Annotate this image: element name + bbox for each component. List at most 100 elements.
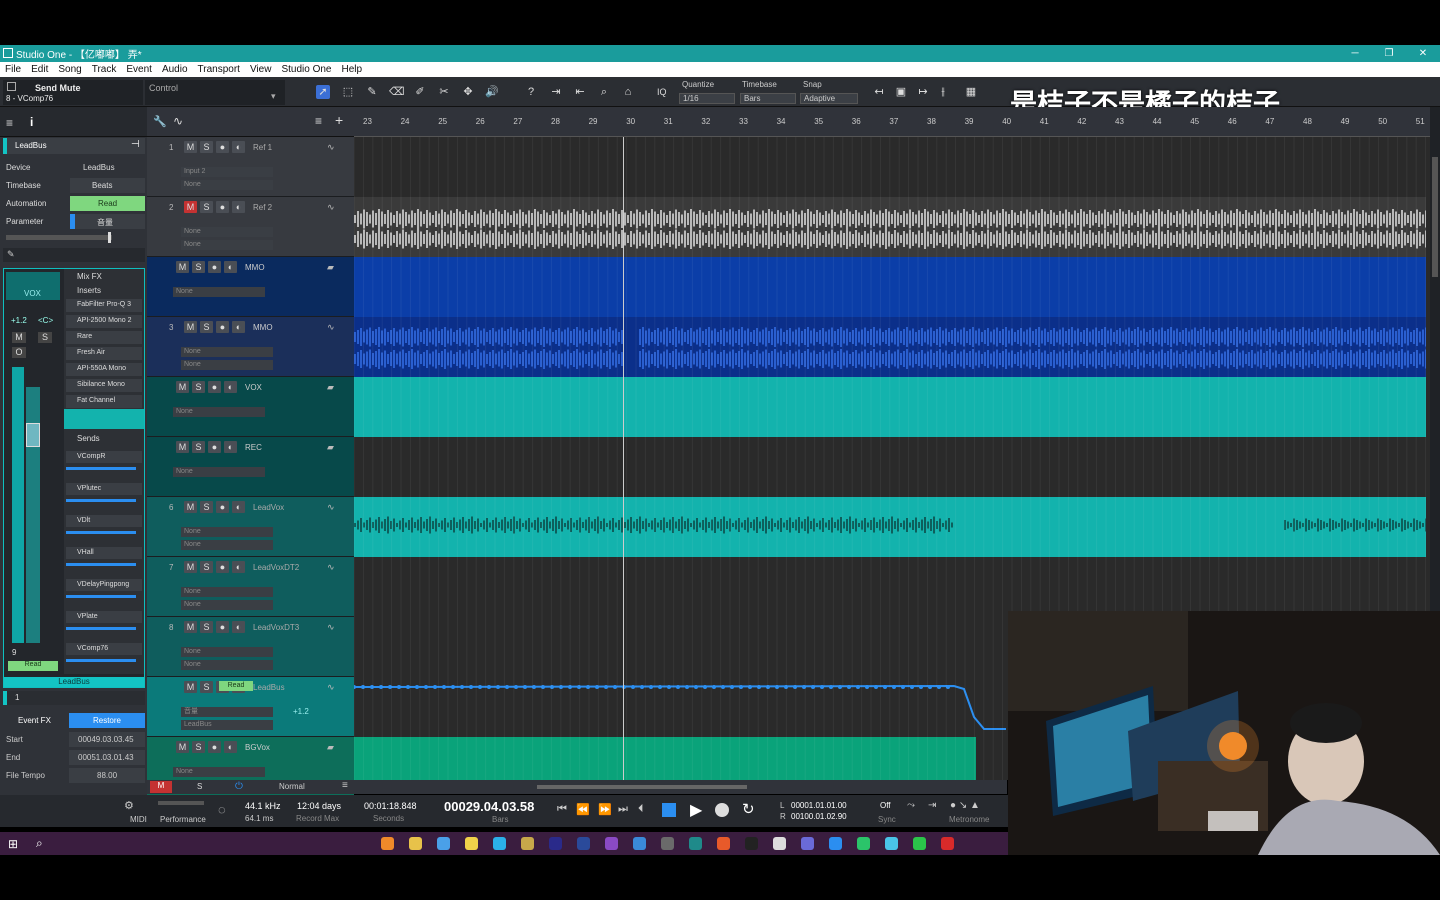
- record-arm-icon[interactable]: ●: [216, 561, 229, 573]
- channel-monitor-button[interactable]: O: [12, 347, 26, 358]
- send-slot[interactable]: VHall: [66, 547, 142, 559]
- slider-handle[interactable]: [108, 232, 111, 243]
- track-input-select[interactable]: None: [173, 767, 265, 777]
- track-output-select[interactable]: None: [181, 540, 273, 550]
- calendar-icon[interactable]: [801, 837, 814, 850]
- track-header[interactable]: 2 M S ● ◐ Ref 2 ∿ None None: [147, 197, 354, 257]
- menu-song[interactable]: Song: [53, 64, 86, 75]
- track-input-select[interactable]: None: [173, 407, 265, 417]
- app-icon[interactable]: [885, 837, 898, 850]
- insert-slot[interactable]: Fat Channel: [66, 395, 142, 408]
- track-solo-button[interactable]: S: [200, 501, 213, 513]
- windows-start-icon[interactable]: ⊞: [8, 837, 18, 851]
- start-value[interactable]: 00049.03.03.45: [69, 732, 145, 747]
- green-app-icon[interactable]: [913, 837, 926, 850]
- track-output-select[interactable]: None: [181, 600, 273, 610]
- track-mute-button[interactable]: M: [184, 501, 197, 513]
- send-level[interactable]: [66, 563, 136, 566]
- track-input-select[interactable]: None: [181, 587, 273, 597]
- monitor-icon[interactable]: ◐: [224, 741, 237, 753]
- office-icon[interactable]: [717, 837, 730, 850]
- restore-button[interactable]: Restore: [69, 713, 145, 728]
- track-header[interactable]: M S ● ◐ REC ▰ None: [147, 437, 354, 497]
- track-header[interactable]: 3 M S ● ◐ MMO ∿ None None: [147, 317, 354, 377]
- menu-edit[interactable]: Edit: [26, 64, 53, 75]
- paint-tool-icon[interactable]: ✐: [413, 85, 427, 99]
- channel-pan[interactable]: <C>: [38, 316, 53, 325]
- track-solo-button[interactable]: S: [200, 621, 213, 633]
- precount-icon[interactable]: ⇥: [928, 800, 936, 811]
- follow-icon[interactable]: ⇤: [573, 85, 587, 99]
- iq-button[interactable]: IQ: [657, 87, 667, 97]
- menu-audio[interactable]: Audio: [157, 64, 193, 75]
- record-arm-icon[interactable]: ●: [208, 381, 221, 393]
- photoshop-icon[interactable]: [577, 837, 590, 850]
- track-mute-button[interactable]: M: [176, 261, 189, 273]
- monitor-icon[interactable]: ◐: [232, 501, 245, 513]
- monitor-icon[interactable]: ◐: [224, 261, 237, 273]
- record-arm-icon[interactable]: ●: [208, 261, 221, 273]
- track-mute-button[interactable]: M: [176, 441, 189, 453]
- add-track-icon[interactable]: +: [335, 112, 343, 128]
- menu-studio-one[interactable]: Studio One: [276, 64, 336, 75]
- track-name[interactable]: MMO: [253, 323, 273, 332]
- waveform-icon[interactable]: ∿: [327, 202, 335, 213]
- send-level[interactable]: [66, 467, 136, 470]
- track-solo-button[interactable]: S: [192, 261, 205, 273]
- search-icon[interactable]: ⌕: [36, 836, 43, 851]
- track-header[interactable]: MS●◐LeadBus∿音量LeadBus+1.2Read: [147, 677, 354, 737]
- zoom-icon[interactable]: ⌕: [597, 85, 611, 99]
- playhead-cursor[interactable]: [623, 137, 624, 780]
- inspector-slider[interactable]: [6, 232, 112, 243]
- track-lane[interactable]: [354, 137, 1426, 197]
- loop-icon[interactable]: ↻: [742, 800, 755, 818]
- track-name[interactable]: REC: [245, 443, 262, 452]
- parameter-select[interactable]: 音量: [70, 214, 145, 229]
- fast-forward-icon[interactable]: ⏩: [598, 803, 612, 816]
- insert-slot[interactable]: API-550A Mono: [66, 363, 142, 376]
- waveform-icon[interactable]: ∿: [327, 622, 335, 633]
- autoscroll-icon[interactable]: ⇥: [549, 85, 563, 99]
- terminal-icon[interactable]: [745, 837, 758, 850]
- channel-solo-button[interactable]: S: [38, 332, 52, 343]
- audition-icon[interactable]: [549, 837, 562, 850]
- send-level[interactable]: [66, 595, 136, 598]
- pencil-tool-icon[interactable]: ✎: [365, 85, 379, 99]
- track-solo-button[interactable]: S: [192, 441, 205, 453]
- monitor-icon[interactable]: ◐: [224, 441, 237, 453]
- track-output-select[interactable]: LeadBus: [181, 720, 273, 730]
- menu-icon[interactable]: ≡: [6, 116, 13, 130]
- send-slot[interactable]: VPlate: [66, 611, 142, 623]
- track-mute-button[interactable]: M: [184, 141, 197, 153]
- folder-icon[interactable]: ▰: [327, 442, 334, 453]
- track-lane[interactable]: [354, 377, 1426, 437]
- track-input-select[interactable]: None: [181, 227, 273, 237]
- track-output-select[interactable]: None: [181, 180, 273, 190]
- track-lane[interactable]: [354, 437, 1426, 497]
- search-app-icon[interactable]: [381, 837, 394, 850]
- tempo-value[interactable]: 88.00: [69, 768, 145, 783]
- monitor-icon[interactable]: ◐: [232, 561, 245, 573]
- track-input-select[interactable]: None: [181, 647, 273, 657]
- browser-icon[interactable]: [661, 837, 674, 850]
- record-arm-icon[interactable]: ●: [216, 321, 229, 333]
- studio-one-icon[interactable]: [689, 837, 702, 850]
- send-slot[interactable]: VDlt: [66, 515, 142, 527]
- menu-help[interactable]: Help: [336, 64, 367, 75]
- track-lane[interactable]: [354, 557, 1426, 617]
- record-arm-icon[interactable]: ●: [216, 201, 229, 213]
- vpn-icon[interactable]: [633, 837, 646, 850]
- mix-fx-label[interactable]: Mix FX: [77, 272, 102, 281]
- track-input-select[interactable]: 音量: [181, 707, 273, 717]
- timeline-ruler[interactable]: 23 24 25 26 27 28 29 30 31 32 33 34 35 36 37 38 39 40 41 42…: [354, 107, 1430, 137]
- control-box[interactable]: Control ▾: [145, 80, 285, 105]
- notes-icon[interactable]: [465, 837, 478, 850]
- track-input-select[interactable]: Input 2: [181, 167, 273, 177]
- monitor-icon[interactable]: ◐: [232, 621, 245, 633]
- insert-slot[interactable]: API-2500 Mono 2: [66, 315, 142, 328]
- automation-icon[interactable]: ∿: [173, 114, 183, 128]
- loop-end[interactable]: 00100.01.02.90: [791, 812, 847, 821]
- track-mute-button[interactable]: M: [176, 381, 189, 393]
- send-slot[interactable]: VCompR: [66, 451, 142, 463]
- track-name[interactable]: BGVox: [245, 743, 270, 752]
